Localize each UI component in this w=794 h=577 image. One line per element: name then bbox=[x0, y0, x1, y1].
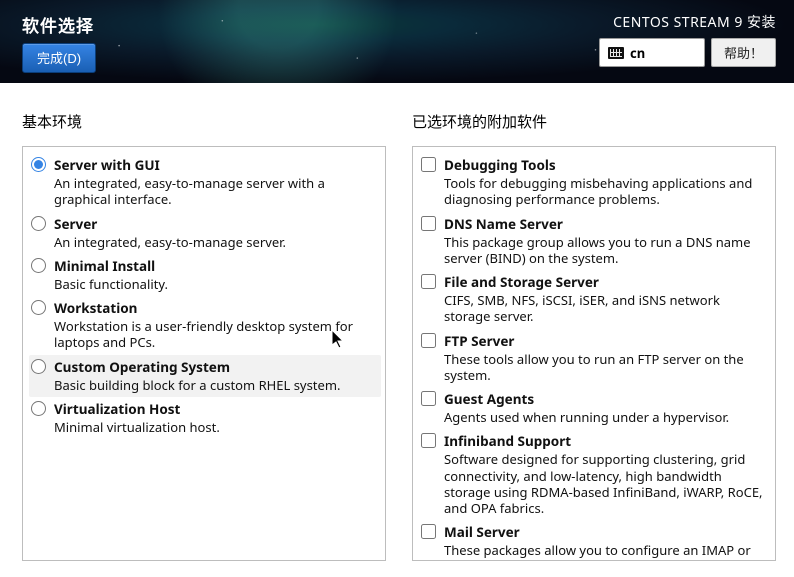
addon-desc: Software designed for supporting cluster… bbox=[444, 451, 765, 516]
addon-checkbox[interactable] bbox=[421, 216, 436, 231]
env-option[interactable]: Custom Operating SystemBasic building bl… bbox=[29, 355, 381, 397]
addons-list[interactable]: Debugging ToolsTools for debugging misbe… bbox=[412, 146, 776, 561]
env-label: Server with GUI bbox=[54, 156, 375, 174]
addon-option[interactable]: Mail ServerThese packages allow you to c… bbox=[419, 520, 771, 561]
help-button[interactable]: 帮助！ bbox=[711, 38, 776, 67]
env-radio[interactable] bbox=[31, 401, 46, 416]
env-desc: An integrated, easy-to-manage server. bbox=[54, 234, 375, 250]
env-label: Workstation bbox=[54, 299, 375, 317]
env-radio[interactable] bbox=[31, 216, 46, 231]
env-desc: Workstation is a user-friendly desktop s… bbox=[54, 318, 375, 351]
addons-column: 已选环境的附加软件 Debugging ToolsTools for debug… bbox=[412, 111, 776, 577]
addon-option[interactable]: DNS Name ServerThis package group allows… bbox=[419, 212, 771, 271]
addon-label: Debugging Tools bbox=[444, 156, 765, 174]
env-option[interactable]: Virtualization HostMinimal virtualizatio… bbox=[29, 397, 381, 439]
addon-checkbox[interactable] bbox=[421, 524, 436, 539]
addon-checkbox[interactable] bbox=[421, 274, 436, 289]
addon-option[interactable]: Guest AgentsAgents used when running und… bbox=[419, 387, 771, 429]
env-label: Virtualization Host bbox=[54, 400, 375, 418]
env-desc: Basic building block for a custom RHEL s… bbox=[54, 377, 375, 393]
env-label: Minimal Install bbox=[54, 257, 375, 275]
addon-desc: These tools allow you to run an FTP serv… bbox=[444, 351, 765, 384]
addon-checkbox[interactable] bbox=[421, 391, 436, 406]
done-button[interactable]: 完成(D) bbox=[22, 43, 96, 73]
addon-option[interactable]: Debugging ToolsTools for debugging misbe… bbox=[419, 153, 771, 212]
env-radio[interactable] bbox=[31, 359, 46, 374]
addon-desc: CIFS, SMB, NFS, iSCSI, iSER, and iSNS ne… bbox=[444, 292, 765, 325]
content-area: 基本环境 Server with GUIAn integrated, easy-… bbox=[0, 83, 794, 577]
addon-label: Guest Agents bbox=[444, 390, 765, 408]
addon-desc: Agents used when running under a hypervi… bbox=[444, 409, 765, 425]
addon-checkbox[interactable] bbox=[421, 433, 436, 448]
base-environment-list[interactable]: Server with GUIAn integrated, easy-to-ma… bbox=[22, 146, 386, 561]
addon-checkbox[interactable] bbox=[421, 333, 436, 348]
addon-label: DNS Name Server bbox=[444, 215, 765, 233]
env-desc: Minimal virtualization host. bbox=[54, 419, 375, 435]
env-radio[interactable] bbox=[31, 157, 46, 172]
addons-title: 已选环境的附加软件 bbox=[412, 111, 776, 132]
env-option[interactable]: Server with GUIAn integrated, easy-to-ma… bbox=[29, 153, 381, 212]
keyboard-layout-selector[interactable]: cn bbox=[599, 38, 705, 67]
env-radio[interactable] bbox=[31, 258, 46, 273]
env-desc: Basic functionality. bbox=[54, 276, 375, 292]
env-radio[interactable] bbox=[31, 300, 46, 315]
addon-option[interactable]: Infiniband SupportSoftware designed for … bbox=[419, 429, 771, 520]
addon-desc: These packages allow you to configure an… bbox=[444, 542, 765, 561]
installer-title: CENTOS STREAM 9 安装 bbox=[599, 12, 776, 32]
addon-desc: Tools for debugging misbehaving applicat… bbox=[444, 175, 765, 208]
addon-label: File and Storage Server bbox=[444, 273, 765, 291]
addon-option[interactable]: FTP ServerThese tools allow you to run a… bbox=[419, 329, 771, 388]
base-environment-column: 基本环境 Server with GUIAn integrated, easy-… bbox=[22, 111, 386, 577]
env-option[interactable]: Minimal InstallBasic functionality. bbox=[29, 254, 381, 296]
addon-label: FTP Server bbox=[444, 332, 765, 350]
page-title: 软件选择 bbox=[22, 12, 96, 37]
addon-label: Mail Server bbox=[444, 523, 765, 541]
env-label: Custom Operating System bbox=[54, 358, 375, 376]
addon-checkbox[interactable] bbox=[421, 157, 436, 172]
header-bar: 软件选择 完成(D) CENTOS STREAM 9 安装 cn 帮助！ bbox=[0, 0, 794, 83]
env-desc: An integrated, easy-to-manage server wit… bbox=[54, 175, 375, 208]
keyboard-icon bbox=[608, 47, 624, 59]
addon-option[interactable]: File and Storage ServerCIFS, SMB, NFS, i… bbox=[419, 270, 771, 329]
keyboard-layout-code: cn bbox=[630, 44, 645, 62]
env-option[interactable]: WorkstationWorkstation is a user-friendl… bbox=[29, 296, 381, 355]
env-label: Server bbox=[54, 215, 375, 233]
addon-desc: This package group allows you to run a D… bbox=[444, 234, 765, 267]
base-environment-title: 基本环境 bbox=[22, 111, 386, 132]
addon-label: Infiniband Support bbox=[444, 432, 765, 450]
env-option[interactable]: ServerAn integrated, easy-to-manage serv… bbox=[29, 212, 381, 254]
